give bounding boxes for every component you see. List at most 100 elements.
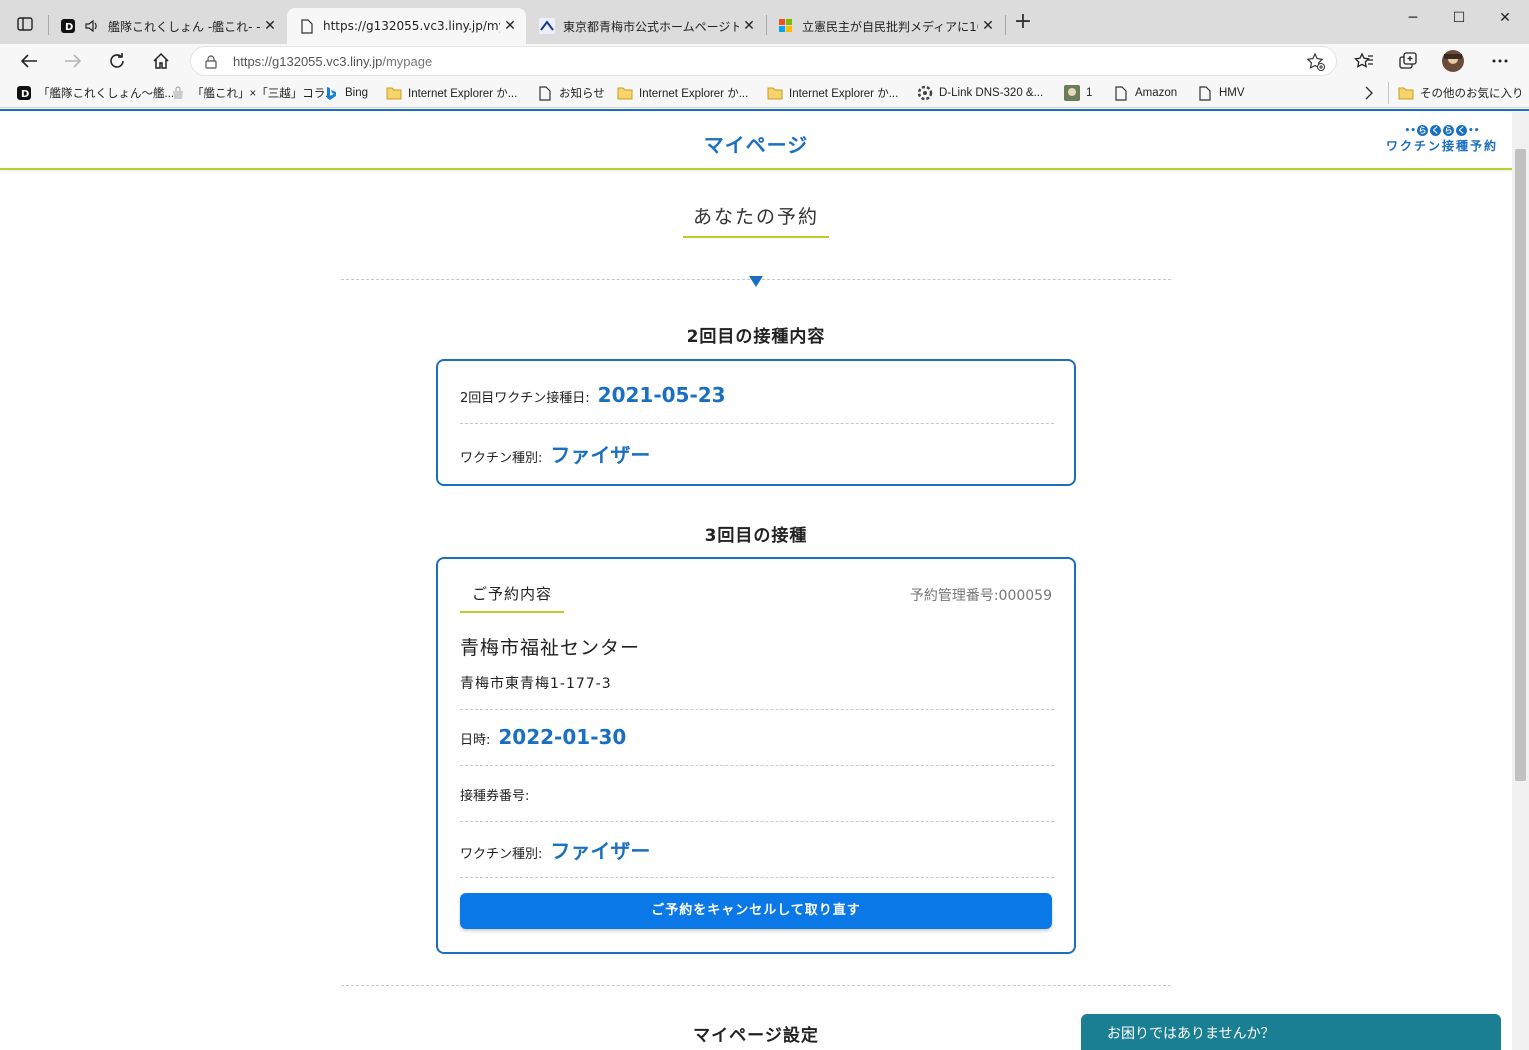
add-favorite-icon[interactable] — [1306, 52, 1326, 76]
bookmark-item[interactable]: Amazon — [1113, 84, 1177, 102]
close-window-icon[interactable]: ✕ — [1495, 10, 1515, 30]
row-divider — [460, 423, 1054, 424]
folder-icon — [767, 85, 783, 101]
page-icon — [1113, 85, 1129, 101]
cancel-rebook-button[interactable]: ご予約をキャンセルして取り直す — [460, 893, 1052, 929]
section-title: あなたの予約 — [692, 206, 819, 228]
address-bar[interactable]: https://g132055.vc3.liny.jp/mypage — [190, 46, 1337, 76]
type-value: ファイザー — [550, 839, 651, 863]
city-emblem-icon — [539, 18, 555, 34]
row-divider — [460, 765, 1054, 766]
management-number: 予約管理番号:000059 — [909, 588, 1052, 604]
other-favorites[interactable]: その他のお気に入り — [1398, 84, 1524, 102]
tab-title: 立憲民主が自民批判メディアに1000 — [802, 19, 978, 34]
tab-ome-city[interactable]: 東京都青梅市公式ホームページトッ ✕ — [527, 8, 765, 44]
bing-icon — [323, 85, 339, 101]
datetime-value: 2022-01-30 — [498, 725, 627, 749]
tab-underline — [460, 611, 564, 613]
avatar[interactable] — [1441, 49, 1465, 73]
bookmark-label: Internet Explorer か... — [408, 88, 518, 100]
close-tab-icon[interactable]: ✕ — [739, 18, 759, 34]
page-icon — [537, 85, 553, 101]
bookmark-item[interactable]: HMV — [1197, 84, 1245, 102]
bookmark-label: お知らせ — [559, 88, 605, 100]
scrollbar[interactable] — [1512, 111, 1529, 1050]
tab-title: 東京都青梅市公式ホームページトッ — [563, 19, 739, 34]
bookmark-item[interactable]: Bing — [323, 84, 368, 102]
navigation-bar: https://g132055.vc3.liny.jp/mypage — [0, 44, 1529, 78]
settings-more-icon[interactable] — [1488, 49, 1512, 73]
date-value: 2021-05-23 — [597, 383, 726, 407]
site-logo[interactable]: •• らくらく •• ワクチン接種予約 — [1384, 125, 1500, 154]
bookmark-item[interactable]: 1 — [1064, 84, 1092, 102]
svg-text:D: D — [65, 22, 73, 33]
home-icon[interactable] — [149, 49, 173, 73]
datetime-row: 日時: 2022-01-30 — [460, 725, 1054, 749]
image-icon — [1064, 85, 1080, 101]
scrollbar-thumb[interactable] — [1515, 149, 1526, 781]
bookmark-item[interactable]: お知らせ — [537, 84, 605, 102]
triangle-down-icon — [749, 276, 763, 287]
tab-msn-news[interactable]: 立憲民主が自民批判メディアに1000 ✕ — [766, 8, 1004, 44]
new-tab-button[interactable]: + — [1012, 11, 1034, 34]
page-icon — [1197, 85, 1213, 101]
bookmark-item[interactable]: 「艦これ」×「三越」コラ... — [170, 84, 335, 102]
bookmark-item[interactable]: D-Link DNS-320 &... — [917, 84, 1043, 102]
logo-dots: •• らくらく •• — [1404, 125, 1480, 136]
url-path: /mypage — [382, 54, 433, 69]
url-host: https://g132055.vc3.liny.jp — [233, 54, 383, 69]
svg-text:D: D — [21, 89, 29, 100]
lock-icon[interactable] — [205, 54, 217, 73]
close-tab-icon[interactable]: ✕ — [500, 18, 520, 34]
date-label: 2回目ワクチン接種日: — [460, 391, 590, 406]
close-tab-icon[interactable]: ✕ — [978, 18, 998, 34]
page-title: マイページ — [703, 133, 809, 157]
row-divider — [460, 709, 1054, 710]
back-icon[interactable] — [17, 49, 41, 73]
third-dose-heading: 3回目の接種 — [704, 526, 808, 546]
bookmark-label: Internet Explorer か... — [639, 88, 749, 100]
page-icon — [299, 18, 315, 34]
d-logo-icon: D — [60, 18, 76, 34]
folder-icon — [617, 85, 633, 101]
site-header: マイページ •• らくらく •• ワクチン接種予約 — [0, 111, 1512, 170]
second-dose-heading: 2回目の接種内容 — [686, 327, 826, 347]
tab-kancolle[interactable]: D 艦隊これくしょん -艦これ- - オン ✕ — [48, 8, 286, 44]
bookmark-label: HMV — [1219, 87, 1245, 99]
bookmark-item[interactable]: Internet Explorer か... — [386, 84, 517, 102]
divider — [341, 985, 1171, 986]
help-widget[interactable]: お困りではありませんか？ — [1081, 1014, 1501, 1050]
tab-actions-icon[interactable] — [12, 12, 38, 36]
d-logo-icon: D — [16, 85, 32, 101]
gear-icon — [917, 85, 933, 101]
forward-icon[interactable] — [61, 49, 85, 73]
second-dose-card: 2回目ワクチン接種日: 2021-05-23 ワクチン種別: ファイザー — [436, 359, 1076, 486]
favorites-icon[interactable] — [1352, 49, 1376, 73]
refresh-icon[interactable] — [105, 49, 129, 73]
row-divider — [460, 877, 1054, 878]
bookmark-item[interactable]: D 「艦隊これくしょん～艦... — [16, 84, 174, 102]
row-divider — [460, 821, 1054, 822]
second-dose-date-row: 2回目ワクチン接種日: 2021-05-23 — [460, 383, 1054, 407]
minimize-icon[interactable]: ─ — [1403, 10, 1423, 30]
bookmark-label: Bing — [345, 87, 369, 99]
maximize-icon[interactable]: ☐ — [1449, 10, 1469, 30]
bookmark-item[interactable]: Internet Explorer か... — [767, 84, 898, 102]
page-viewport: マイページ •• らくらく •• ワクチン接種予約 あなたの予約 2回目の接種内容 … — [0, 109, 1529, 1050]
third-dose-type-row: ワクチン種別: ファイザー — [460, 835, 1054, 864]
close-tab-icon[interactable]: ✕ — [260, 18, 280, 34]
third-dose-card: ご予約内容 予約管理番号:000059 青梅市福祉センター 青梅市東青梅1-17… — [436, 557, 1076, 954]
second-dose-type-row: ワクチン種別: ファイザー — [460, 439, 1054, 468]
collections-icon[interactable] — [1396, 49, 1420, 73]
bookmark-label: その他のお気に入り — [1420, 88, 1524, 100]
section-underline — [683, 236, 829, 238]
tab-title: 艦隊これくしょん -艦これ- - オン — [108, 19, 260, 34]
type-label: ワクチン種別: — [460, 847, 543, 862]
chevron-right-icon[interactable] — [1364, 84, 1374, 102]
datetime-label: 日時: — [460, 733, 491, 748]
bookmark-item[interactable]: Internet Explorer か... — [617, 84, 748, 102]
tab-title: https://g132055.vc3.liny.jp/mypa — [323, 19, 500, 33]
bookmark-label: D-Link DNS-320 &... — [939, 87, 1044, 99]
tab-mypage[interactable]: https://g132055.vc3.liny.jp/mypa ✕ — [287, 8, 526, 44]
speaker-icon[interactable] — [84, 18, 100, 34]
